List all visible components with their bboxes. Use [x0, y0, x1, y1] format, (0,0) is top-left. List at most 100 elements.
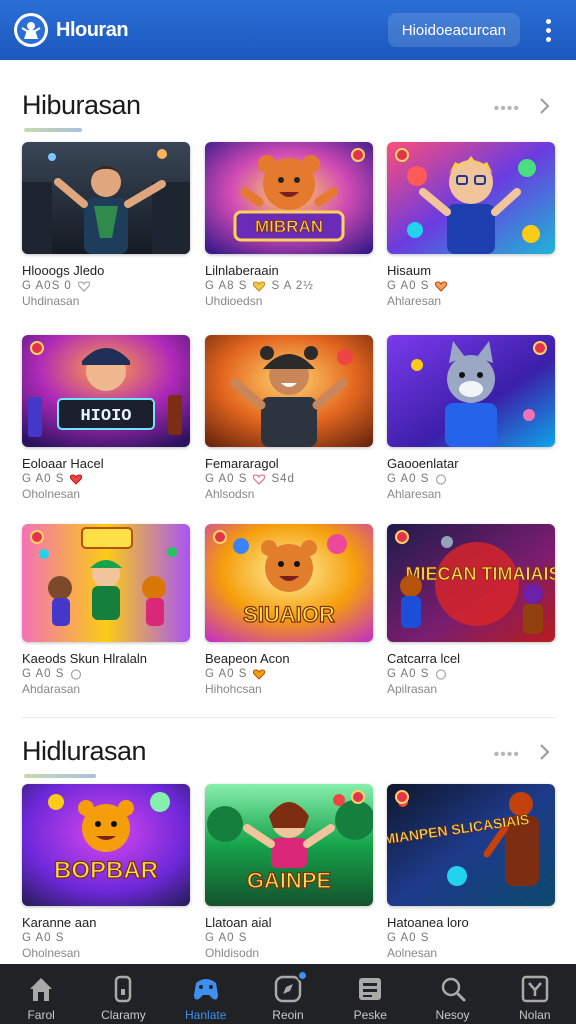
game-meta: G A0 S — [22, 932, 65, 944]
game-title: Lilnlaberaain — [205, 263, 279, 278]
game-title: Catcarra lcel — [387, 651, 460, 666]
game-thumbnail[interactable]: MIBRAN — [205, 142, 373, 254]
heart-icon[interactable] — [253, 280, 266, 292]
game-card[interactable]: BOPBAR Karanne aan G A0 S Oholnesan — [22, 784, 190, 960]
nav-item-home[interactable]: Farol — [0, 964, 82, 1024]
game-title: Beapeon Acon — [205, 651, 290, 666]
search-icon — [441, 977, 466, 1002]
game-thumbnail[interactable]: HIOIO — [22, 335, 190, 447]
game-category: Hihohcsan — [205, 682, 262, 696]
art-title: SIUAIOR — [243, 602, 335, 627]
game-card[interactable]: MIECAN TIMAIAIS Catcarra lcel G A0 S Api… — [387, 524, 555, 696]
nav-label: Farol — [27, 1008, 55, 1022]
app-title: Hlouran — [56, 18, 129, 41]
game-thumbnail[interactable] — [205, 335, 373, 447]
game-card[interactable]: Femararagol G A0 S S4d Ahlsodsn — [205, 335, 373, 501]
header-search-button[interactable]: Hioidoeacurcan — [387, 13, 520, 47]
game-title: Eoloaar Hacel — [22, 456, 104, 471]
nav-item-games[interactable]: Hanlate — [165, 964, 247, 1024]
promo-badge — [213, 530, 227, 544]
section-more-dots[interactable]: •••• — [494, 100, 520, 118]
circle-icon[interactable] — [435, 473, 447, 485]
heart-icon[interactable] — [435, 280, 448, 292]
nav-item-news[interactable]: Peske — [329, 964, 411, 1024]
app-screen: Hlouran Hioidoeacurcan Hiburasan •••• Hl… — [0, 0, 576, 1024]
game-card[interactable]: HIOIO Eoloaar Hacel G A0 S Oholnesan — [22, 335, 190, 501]
game-thumbnail[interactable]: SIUAIOR — [205, 524, 373, 642]
game-category: Apilrasan — [387, 682, 438, 696]
game-meta: G A0 S — [22, 668, 190, 680]
section-title: Hiburasan — [22, 90, 141, 120]
game-meta: G A8 SS A 2½ — [205, 280, 314, 292]
game-category: Uhdinasan — [22, 294, 80, 308]
game-title: Hatoanea loro — [387, 915, 469, 930]
section-title: Hidlurasan — [22, 736, 147, 766]
game-card[interactable]: Gaooenlatar G A0 S Ahlaresan — [387, 335, 555, 501]
heart-icon[interactable] — [70, 473, 83, 485]
game-card[interactable]: SIUAIOR Beapeon Acon G A0 S Hihohcsan — [205, 524, 373, 696]
promo-badge — [533, 341, 547, 355]
nav-item-search[interactable]: Nesoy — [411, 964, 493, 1024]
nav-item-phone[interactable]: Claramy — [82, 964, 164, 1024]
section-underline — [24, 128, 82, 132]
heart-icon[interactable] — [253, 473, 266, 485]
game-meta: G A0 S — [387, 473, 555, 485]
game-title: Kaeods Skun Hlralaln — [22, 651, 148, 666]
tv-icon — [521, 975, 549, 1003]
nav-label: Reoin — [272, 1008, 304, 1022]
art-title: HIOIO — [80, 407, 131, 426]
heart-icon[interactable] — [77, 280, 90, 292]
game-title: Karanne aan — [22, 915, 97, 930]
game-card[interactable]: Hisaum G A0 S Ahlaresan — [387, 142, 555, 308]
promo-badge — [395, 148, 409, 162]
game-thumbnail[interactable]: BOPBAR — [22, 784, 190, 906]
game-meta: G A0 S S4d — [205, 473, 295, 485]
mascot-logo-icon[interactable] — [14, 13, 48, 47]
section-divider — [22, 717, 556, 718]
kebab-menu-icon[interactable] — [538, 16, 558, 44]
nav-label: Nolan — [519, 1008, 551, 1022]
nav-item-tv[interactable]: Nolan — [494, 964, 576, 1024]
section-underline — [24, 774, 96, 778]
nav-item-explore[interactable]: Reoin — [247, 964, 329, 1024]
circle-icon[interactable] — [435, 668, 447, 680]
game-thumbnail[interactable] — [22, 142, 190, 254]
nav-label: Nesoy — [435, 1008, 470, 1022]
game-icon — [193, 979, 218, 1000]
game-meta: G A0 S — [387, 932, 430, 944]
game-category: Ahdarasan — [22, 682, 81, 696]
game-thumbnail[interactable] — [22, 524, 190, 642]
game-meta: G A0 S — [205, 932, 248, 944]
game-meta: G A0 S — [387, 280, 555, 292]
promo-badge — [30, 530, 44, 544]
chevron-right-icon[interactable] — [534, 742, 554, 762]
game-title: Gaooenlatar — [387, 456, 459, 471]
game-title: Llatoan aial — [205, 915, 272, 930]
promo-badge — [351, 790, 365, 804]
promo-badge — [395, 790, 409, 804]
art-title: MIECAN TIMAIAIS — [406, 564, 556, 584]
game-card[interactable]: MIBRAN Lilnlaberaain G A8 SS A 2½ Uhdioe… — [205, 142, 373, 308]
circle-icon[interactable] — [70, 668, 82, 680]
game-thumbnail[interactable]: MIANPEN SLICASIAIS — [387, 784, 555, 906]
promo-badge — [30, 341, 44, 355]
game-category: Ahlaresan — [387, 487, 442, 501]
top-app-bar: Hlouran Hioidoeacurcan — [0, 0, 576, 60]
game-thumbnail[interactable]: MIECAN TIMAIAIS — [387, 524, 555, 642]
game-thumbnail[interactable]: GAINPE — [205, 784, 373, 906]
game-card[interactable]: MIANPEN SLICASIAIS Hatoanea loro G A0 S … — [387, 784, 555, 960]
news-icon — [359, 978, 382, 1000]
game-card[interactable]: Hlooogs Jledo G A0S 0 Uhdinasan — [22, 142, 190, 308]
game-card[interactable]: Kaeods Skun Hlralaln G A0 S Ahdarasan — [22, 524, 190, 696]
game-thumbnail[interactable] — [387, 142, 555, 254]
game-card[interactable]: GAINPE Llatoan aial G A0 S Ohldisodn — [205, 784, 373, 960]
art-title: MIBRAN — [255, 217, 323, 236]
game-thumbnail[interactable] — [387, 335, 555, 447]
game-meta: G A0S 0 — [22, 280, 190, 292]
game-category: Aolnesan — [387, 946, 438, 960]
game-title: Hlooogs Jledo — [22, 263, 105, 278]
game-category: Oholnesan — [22, 946, 81, 960]
chevron-right-icon[interactable] — [534, 96, 554, 116]
section-more-dots[interactable]: •••• — [494, 746, 520, 764]
heart-icon[interactable] — [253, 668, 266, 680]
